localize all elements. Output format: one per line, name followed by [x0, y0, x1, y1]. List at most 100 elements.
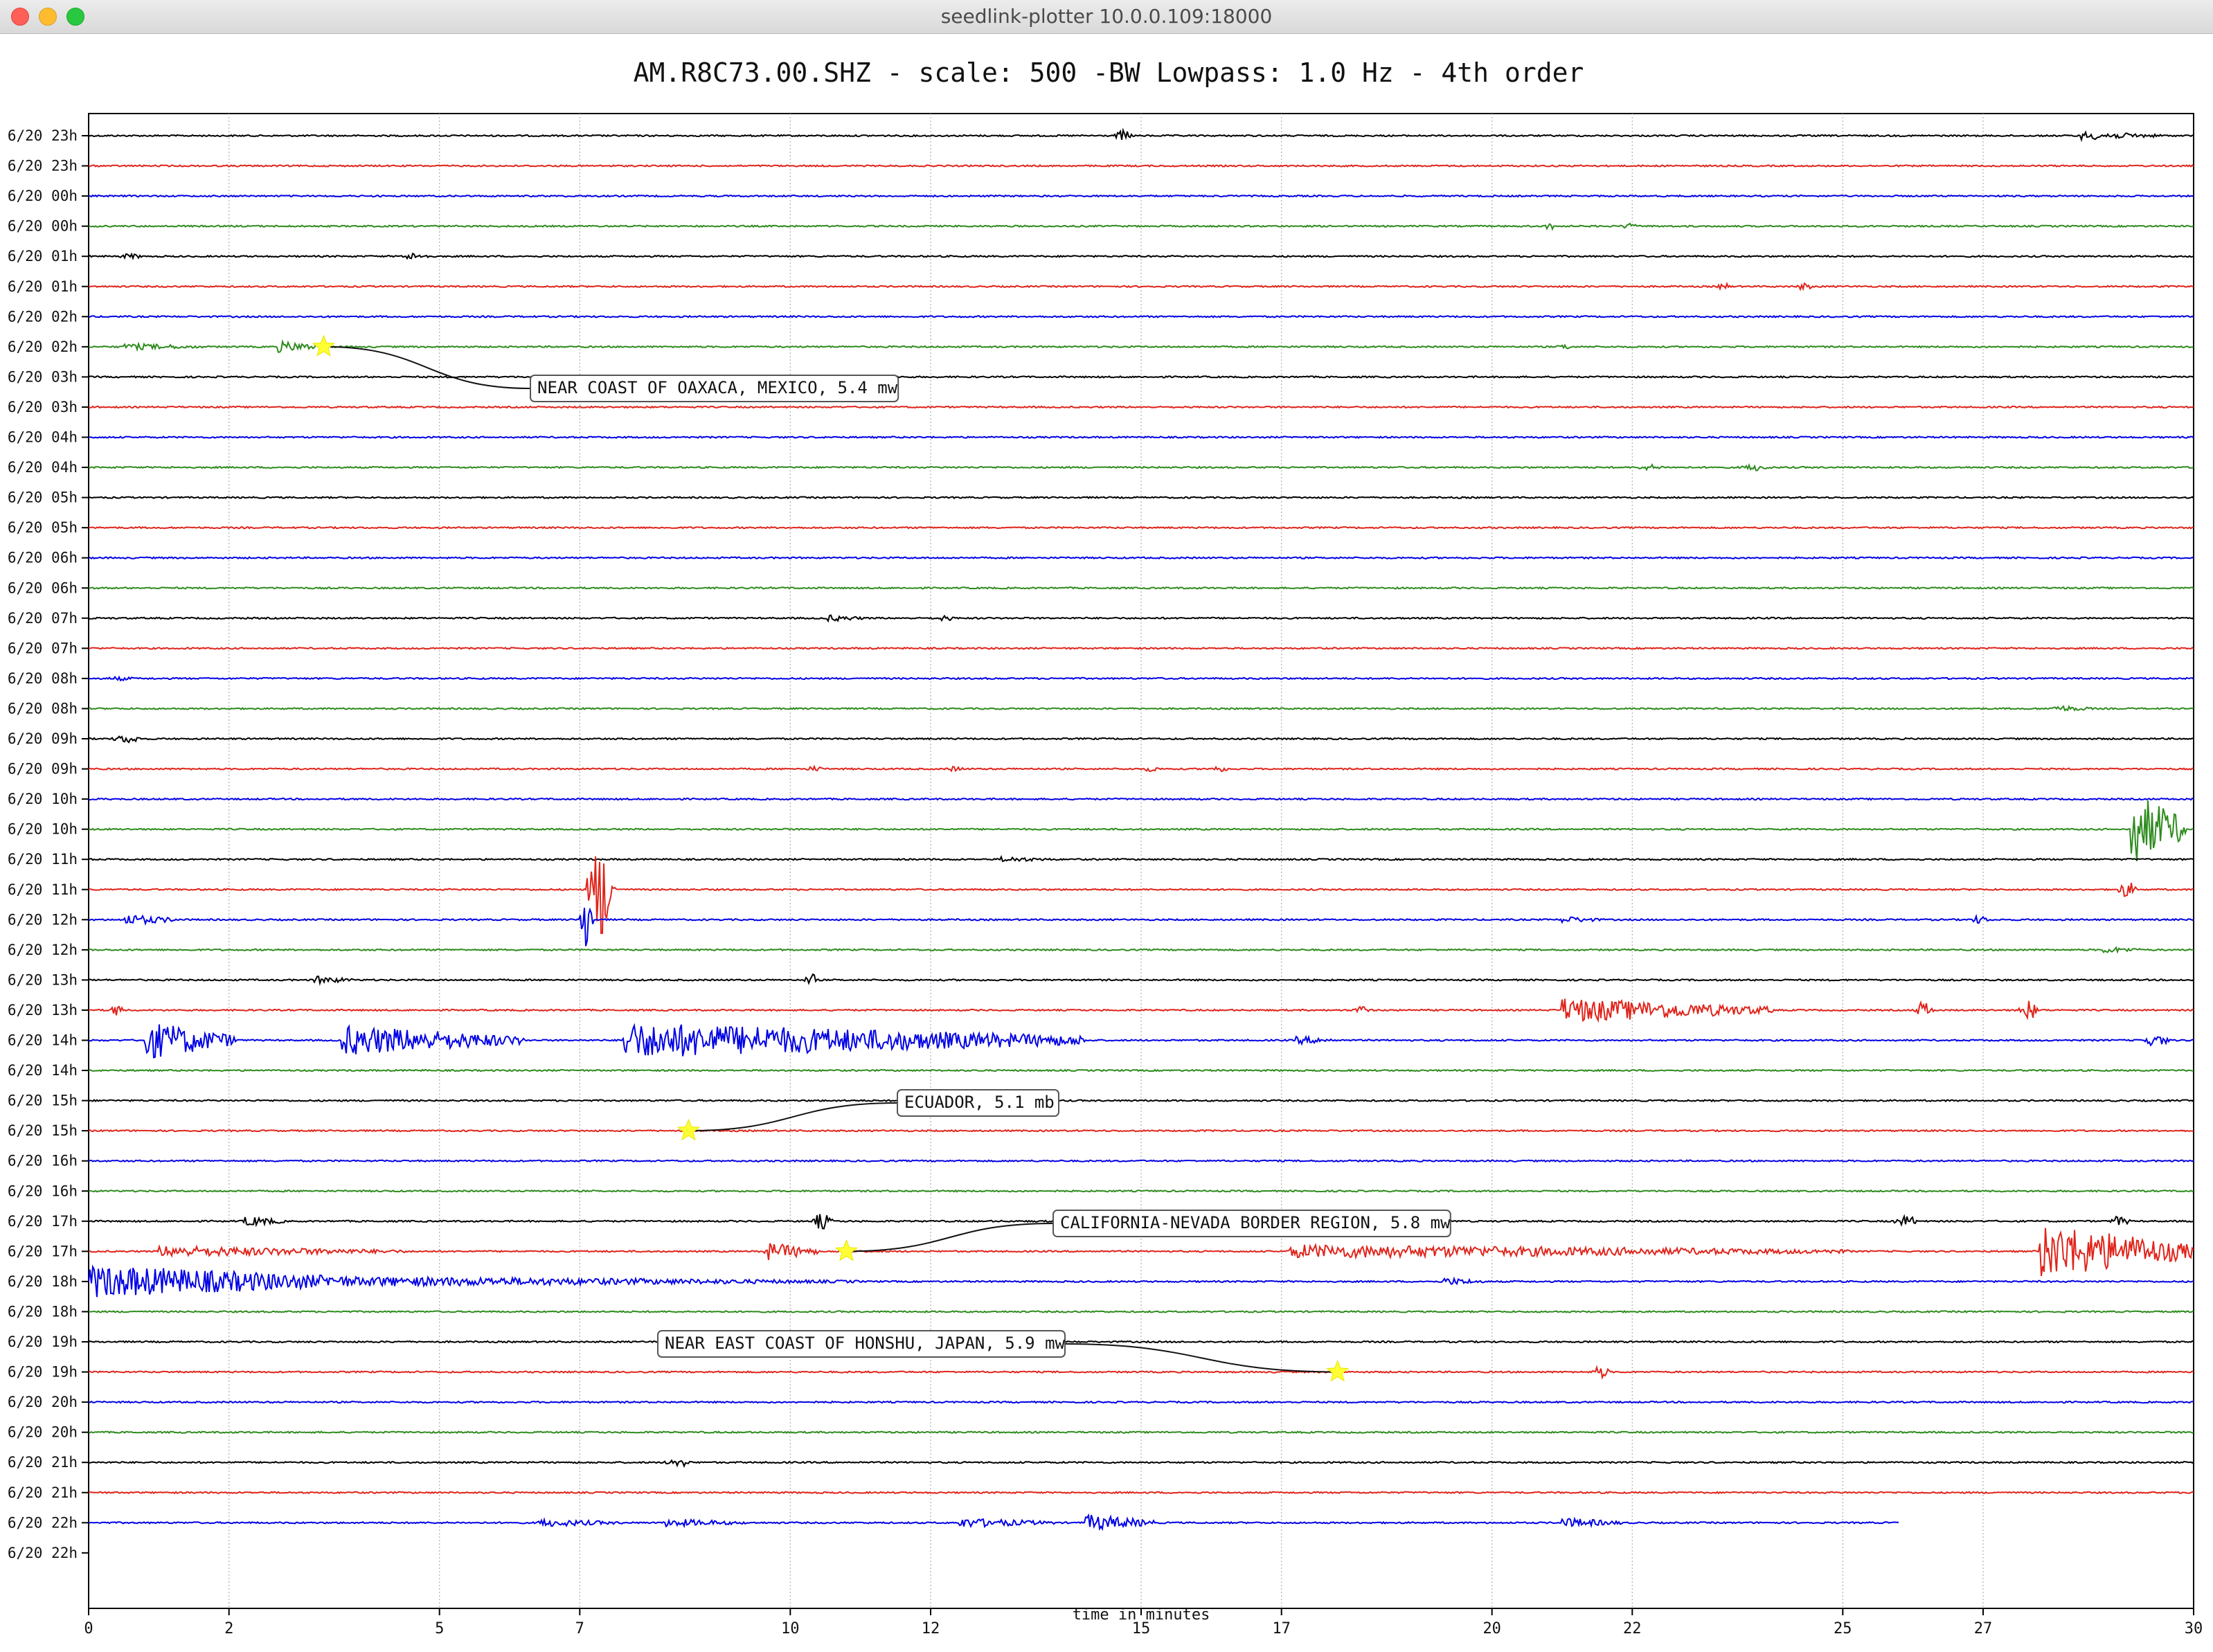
row-label: 6/20 16h — [8, 1183, 78, 1199]
row-label: 6/20 15h — [8, 1093, 78, 1109]
row-label: 6/20 11h — [8, 851, 78, 868]
seismogram-plot: AM.R8C73.00.SHZ - scale: 500 -BW Lowpass… — [8, 57, 2203, 1637]
row-label: 6/20 15h — [8, 1122, 78, 1139]
trace-line — [88, 1430, 2194, 1435]
row-label: 6/20 00h — [8, 188, 78, 204]
row-label: 6/20 06h — [8, 580, 78, 596]
event-label: NEAR COAST OF OAXACA, MEXICO, 5.4 mw — [537, 378, 898, 397]
row-label: 6/20 10h — [8, 821, 78, 838]
x-tick-label: 27 — [1974, 1620, 1993, 1637]
row-label: 6/20 01h — [8, 278, 78, 295]
row-label: 6/20 17h — [8, 1213, 78, 1230]
row-label: 6/20 20h — [8, 1394, 78, 1410]
vertical-grid — [229, 114, 1984, 1608]
trace-line — [88, 252, 2194, 260]
event-label: NEAR EAST COAST OF HONSHU, JAPAN, 5.9 mw — [665, 1334, 1066, 1353]
row-label: 6/20 21h — [8, 1484, 78, 1501]
trace-line — [88, 586, 2194, 590]
row-label: 6/20 05h — [8, 519, 78, 536]
row-label: 6/20 23h — [8, 127, 78, 144]
row-label: 6/20 12h — [8, 911, 78, 928]
row-label: 6/20 01h — [8, 248, 78, 264]
x-tick-label: 7 — [575, 1620, 584, 1637]
row-label: 6/20 14h — [8, 1062, 78, 1079]
event-star-marker — [1326, 1360, 1350, 1382]
x-tick-label: 10 — [781, 1620, 800, 1637]
row-label: 6/20 06h — [8, 550, 78, 566]
event-connector — [1064, 1343, 1338, 1373]
row-label: 6/20 02h — [8, 308, 78, 325]
row-label: 6/20 07h — [8, 640, 78, 656]
row-label: 6/20 04h — [8, 459, 78, 476]
x-tick-label: 2 — [224, 1620, 233, 1637]
event-connector — [846, 1223, 1054, 1253]
trace-line — [88, 1189, 2194, 1193]
row-label: 6/20 08h — [8, 670, 78, 687]
row-label: 6/20 03h — [8, 399, 78, 415]
row-label: 6/20 23h — [8, 158, 78, 174]
event-star-marker — [312, 334, 335, 357]
x-tick-label: 22 — [1623, 1620, 1642, 1637]
trace-line — [88, 463, 2194, 472]
row-label: 6/20 07h — [8, 610, 78, 627]
trace-line — [88, 1129, 2194, 1133]
row-label: 6/20 03h — [8, 368, 78, 385]
x-tick-label: 5 — [435, 1620, 444, 1637]
trace-line — [88, 1159, 2194, 1163]
row-label: 6/20 18h — [8, 1303, 78, 1320]
event-label: ECUADOR, 5.1 mb — [904, 1093, 1055, 1112]
event-annotations: NEAR COAST OF OAXACA, MEXICO, 5.4 mw ECUA… — [312, 334, 1451, 1382]
title-bar[interactable]: seedlink-plotter 10.0.0.109:18000 — [0, 0, 2213, 34]
row-label: 6/20 08h — [8, 700, 78, 717]
x-tick-label: 12 — [922, 1620, 940, 1637]
row-label: 6/20 18h — [8, 1273, 78, 1290]
trace-line — [88, 1513, 1899, 1532]
trace-line — [88, 675, 2194, 682]
x-tick-label: 25 — [1834, 1620, 1852, 1637]
row-label: 6/20 21h — [8, 1454, 78, 1471]
row-label: 6/20 19h — [8, 1364, 78, 1381]
row-label: 6/20 22h — [8, 1545, 78, 1561]
row-label: 6/20 17h — [8, 1243, 78, 1259]
x-tick-label: 17 — [1272, 1620, 1291, 1637]
trace-line — [88, 375, 2194, 379]
row-labels: 6/20 23h 6/20 23h 6/20 00h 6/20 00h 6/20 01h… — [8, 127, 89, 1561]
row-label: 6/20 13h — [8, 971, 78, 988]
event-connector — [323, 345, 531, 389]
event-label: CALIFORNIA-NEVADA BORDER REGION, 5.8 mw — [1060, 1213, 1451, 1232]
trace-line — [88, 1264, 2194, 1298]
trace-line — [88, 1340, 2194, 1344]
app-window: seedlink-plotter 10.0.0.109:18000 AM.R8C… — [0, 0, 2213, 1652]
x-tick-label: 0 — [84, 1620, 93, 1637]
row-label: 6/20 20h — [8, 1424, 78, 1441]
row-label: 6/20 22h — [8, 1514, 78, 1531]
trace-line — [88, 526, 2194, 530]
row-label: 6/20 12h — [8, 942, 78, 958]
trace-line — [88, 1365, 2194, 1380]
row-label: 6/20 10h — [8, 791, 78, 807]
trace-line — [88, 854, 2194, 863]
trace-line — [88, 436, 2194, 439]
row-label: 6/20 19h — [8, 1334, 78, 1350]
row-label: 6/20 09h — [8, 761, 78, 778]
trace-line — [88, 556, 2194, 560]
row-label: 6/20 00h — [8, 218, 78, 235]
trace-line — [88, 856, 2194, 934]
row-label: 6/20 11h — [8, 881, 78, 898]
row-label: 6/20 09h — [8, 730, 78, 747]
event-star-marker — [677, 1118, 700, 1141]
event-connector — [688, 1102, 898, 1132]
chart-title: AM.R8C73.00.SHZ - scale: 500 -BW Lowpass… — [634, 57, 1584, 88]
row-label: 6/20 04h — [8, 429, 78, 446]
row-label: 6/20 02h — [8, 339, 78, 355]
window-title: seedlink-plotter 10.0.0.109:18000 — [940, 5, 1273, 28]
row-label: 6/20 05h — [8, 490, 78, 506]
x-tick-label: 30 — [2185, 1620, 2203, 1637]
trace-line — [88, 314, 2194, 318]
x-tick-label: 20 — [1482, 1620, 1501, 1637]
trace-line — [88, 764, 2194, 773]
row-label: 6/20 14h — [8, 1032, 78, 1049]
trace-line — [88, 405, 2194, 409]
trace-line — [88, 1309, 2194, 1313]
x-axis-label: time in minutes — [1073, 1606, 1210, 1624]
